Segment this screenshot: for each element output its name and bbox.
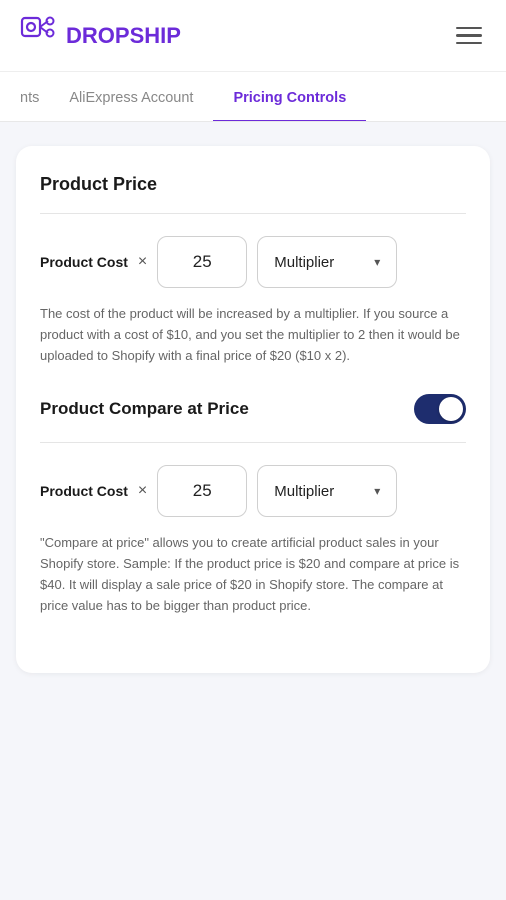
- logo-icon: [20, 16, 60, 56]
- compare-price-description: "Compare at price" allows you to create …: [40, 533, 466, 616]
- multiply-icon-1: ×: [138, 253, 147, 271]
- compare-price-title: Product Compare at Price: [40, 399, 249, 419]
- multiplier-dropdown-1[interactable]: Multiplier ▾: [257, 236, 397, 288]
- logo-text: DROPSHIP: [66, 23, 181, 49]
- toggle-thumb: [439, 397, 463, 421]
- product-cost-input-2[interactable]: [157, 465, 247, 517]
- compare-price-toggle[interactable]: [414, 394, 466, 424]
- product-cost-input-1[interactable]: [157, 236, 247, 288]
- logo: DROPSHIP: [20, 16, 181, 56]
- compare-price-header-row: Product Compare at Price: [40, 394, 466, 424]
- hamburger-menu[interactable]: [452, 23, 486, 49]
- product-price-title: Product Price: [40, 174, 466, 195]
- divider-2: [40, 442, 466, 443]
- compare-price-input-row: Product Cost × Multiplier ▾: [40, 465, 466, 517]
- tab-partial[interactable]: nts: [0, 74, 49, 123]
- product-price-input-row: Product Cost × Multiplier ▾: [40, 236, 466, 288]
- multiply-icon-2: ×: [138, 482, 147, 500]
- tab-bar: nts AliExpress Account Pricing Controls: [0, 72, 506, 122]
- app-header: DROPSHIP: [0, 0, 506, 72]
- multiplier-dropdown-2[interactable]: Multiplier ▾: [257, 465, 397, 517]
- toggle-track[interactable]: [414, 394, 466, 424]
- tab-aliexpress[interactable]: AliExpress Account: [49, 74, 213, 123]
- chevron-down-icon-2: ▾: [374, 484, 380, 498]
- divider-1: [40, 213, 466, 214]
- product-cost-label-1: Product Cost: [40, 253, 128, 271]
- chevron-down-icon-1: ▾: [374, 255, 380, 269]
- tab-pricing-controls[interactable]: Pricing Controls: [213, 74, 366, 123]
- pricing-card: Product Price Product Cost × Multiplier …: [16, 146, 490, 673]
- product-cost-label-2: Product Cost: [40, 482, 128, 500]
- main-content: Product Price Product Cost × Multiplier …: [0, 122, 506, 697]
- product-price-description: The cost of the product will be increase…: [40, 304, 466, 366]
